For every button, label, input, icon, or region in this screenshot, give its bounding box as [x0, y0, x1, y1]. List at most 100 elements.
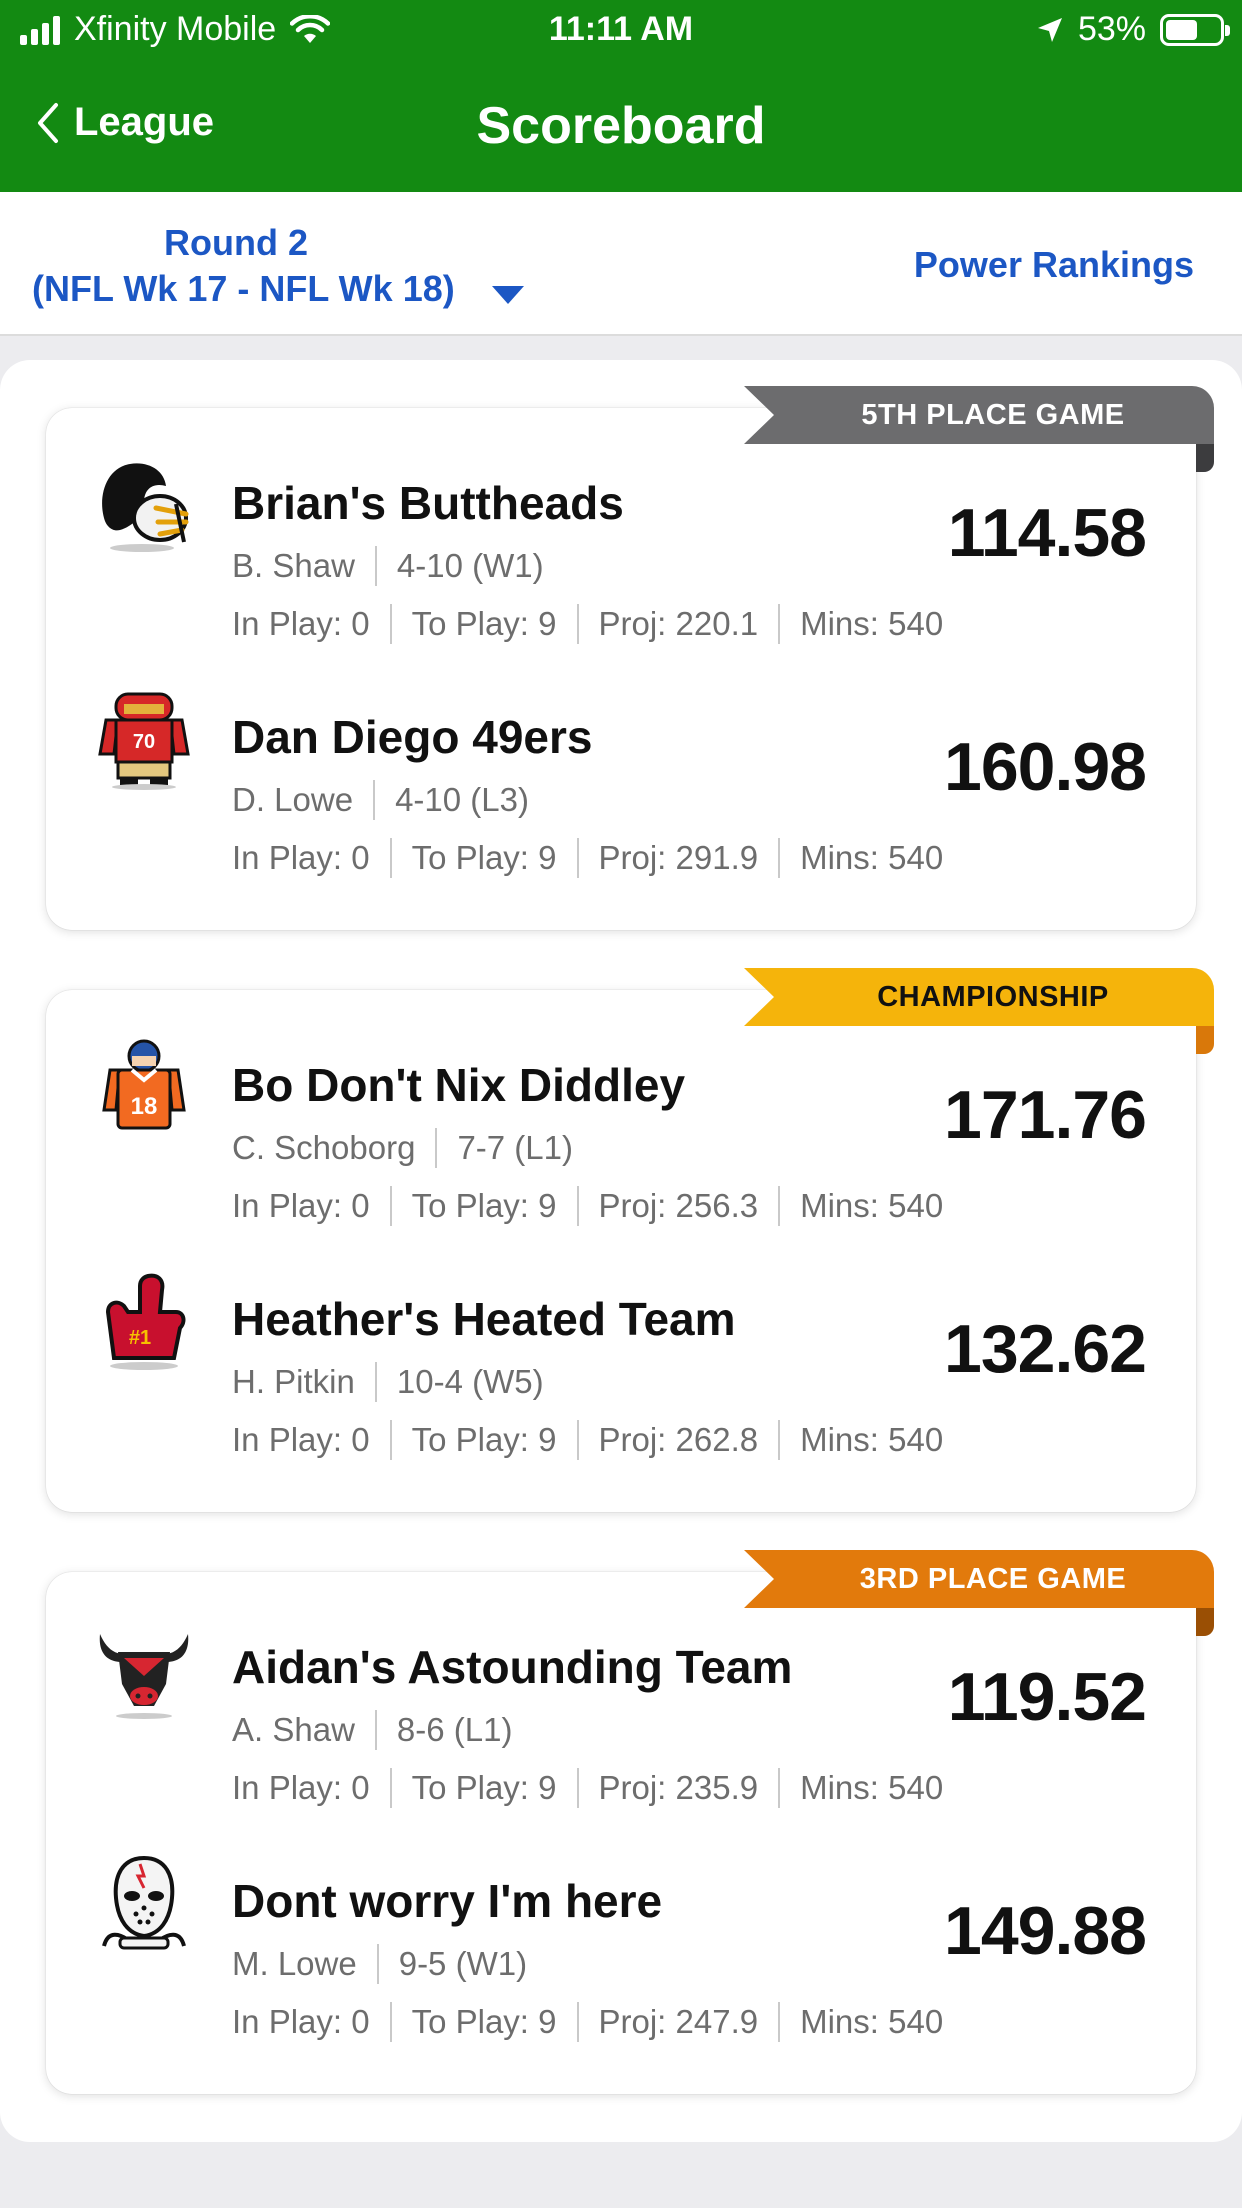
owner-name: D. Lowe [232, 781, 354, 818]
team-name: Aidan's Astounding Team [232, 1641, 793, 1693]
team-score: 119.52 [947, 1659, 1147, 1735]
divider [778, 1420, 781, 1460]
helmet-pompadour-icon [102, 463, 189, 552]
divider [374, 546, 377, 586]
owner-record: H. Pitkin 10-4 (W5) [232, 1362, 544, 1402]
jersey-18-icon: 18 [102, 1039, 186, 1130]
caret-down-icon [492, 286, 524, 304]
divider [778, 838, 781, 878]
divider [389, 1768, 392, 1808]
power-rankings-link[interactable]: Power Rankings [914, 244, 1194, 286]
team-name: Brian's Buttheads [232, 477, 624, 529]
to-play-stat: To Play: 9 [411, 1769, 557, 1806]
team-stats: In Play: 0 To Play: 9 Proj: 247.9 Mins: … [232, 2002, 943, 2042]
divider [576, 838, 579, 878]
team-record: 4-10 (L3) [395, 781, 529, 818]
minutes-stat: Mins: 540 [800, 2003, 944, 2040]
team-row[interactable]: #1 Heather's Heated Team H. Pitkin 10-4 … [46, 1224, 1196, 1460]
divider [576, 1768, 579, 1808]
divider [778, 604, 781, 644]
minutes-stat: Mins: 540 [800, 605, 944, 642]
team-stats: In Play: 0 To Play: 9 Proj: 262.8 Mins: … [232, 1420, 943, 1460]
divider [576, 1420, 579, 1460]
matchup-card[interactable]: 3RD PLACE GAME Aidan's Astounding Team A… [46, 1550, 1214, 2094]
matchup-card[interactable]: CHAMPIONSHIP 18 Bo Don't Nix Diddley C. … [46, 968, 1214, 1512]
owner-name: H. Pitkin [232, 1363, 355, 1400]
divider [389, 1420, 392, 1460]
in-play-stat: In Play: 0 [232, 839, 370, 876]
round-dropdown[interactable]: Round 2 (NFL Wk 17 - NFL Wk 18) [32, 220, 524, 312]
owner-name: A. Shaw [232, 1711, 355, 1748]
team-score: 171.76 [944, 1077, 1147, 1153]
owner-record: C. Schoborg 7-7 (L1) [232, 1128, 573, 1168]
divider [389, 838, 392, 878]
team-record: 10-4 (W5) [396, 1363, 544, 1400]
projection-stat: Proj: 220.1 [598, 605, 759, 642]
owner-name: C. Schoborg [232, 1129, 416, 1166]
svg-text:70: 70 [133, 731, 155, 753]
minutes-stat: Mins: 540 [800, 1769, 944, 1806]
svg-text:#1: #1 [129, 1327, 151, 1349]
matchup-card[interactable]: 5TH PLACE GAME Brian's Buttheads B. Shaw… [46, 386, 1214, 930]
round-label: Round 2 [164, 222, 308, 263]
team-score: 160.98 [944, 729, 1147, 805]
team-row[interactable]: Brian's Buttheads B. Shaw 4-10 (W1) In P… [46, 408, 1196, 644]
owner-record: D. Lowe 4-10 (L3) [232, 780, 529, 820]
minutes-stat: Mins: 540 [800, 1187, 944, 1224]
divider [576, 2002, 579, 2042]
projection-stat: Proj: 256.3 [598, 1187, 759, 1224]
location-arrow-icon [1037, 17, 1062, 42]
app-header: Xfinity Mobile 11:11 AM 53% League Score… [0, 0, 1242, 192]
to-play-stat: To Play: 9 [411, 2003, 557, 2040]
team-row[interactable]: 70 Dan Diego 49ers D. Lowe 4-10 (L3) In … [46, 642, 1196, 878]
divider [778, 1768, 781, 1808]
in-play-stat: In Play: 0 [232, 1769, 370, 1806]
foam-finger-icon: #1 [105, 1273, 186, 1370]
team-stats: In Play: 0 To Play: 9 Proj: 256.3 Mins: … [232, 1186, 943, 1226]
divider [374, 1710, 377, 1750]
divider [576, 1186, 579, 1226]
matchup-list: 5TH PLACE GAME Brian's Buttheads B. Shaw… [0, 360, 1242, 2142]
in-play-stat: In Play: 0 [232, 2003, 370, 2040]
team-name: Heather's Heated Team [232, 1293, 736, 1345]
team-stats: In Play: 0 To Play: 9 Proj: 291.9 Mins: … [232, 838, 943, 878]
team-row[interactable]: 18 Bo Don't Nix Diddley C. Schoborg 7-7 … [46, 990, 1196, 1226]
minutes-stat: Mins: 540 [800, 1421, 944, 1458]
owner-record: M. Lowe 9-5 (W1) [232, 1944, 527, 1984]
team-record: 4-10 (W1) [396, 547, 544, 584]
to-play-stat: To Play: 9 [411, 839, 557, 876]
team-name: Dan Diego 49ers [232, 711, 593, 763]
jersey-70-icon: 70 [98, 692, 190, 790]
divider [389, 2002, 392, 2042]
team-row[interactable]: Dont worry I'm here M. Lowe 9-5 (W1) In … [46, 1806, 1196, 2042]
team-row[interactable]: Aidan's Astounding Team A. Shaw 8-6 (L1)… [46, 1572, 1196, 1808]
team-record: 9-5 (W1) [398, 1945, 528, 1982]
team-stats: In Play: 0 To Play: 9 Proj: 220.1 Mins: … [232, 604, 943, 644]
team-record: 8-6 (L1) [396, 1711, 513, 1748]
round-weeks: (NFL Wk 17 - NFL Wk 18) [32, 268, 455, 309]
team-stats: In Play: 0 To Play: 9 Proj: 235.9 Mins: … [232, 1768, 943, 1808]
banner-fold [1196, 1026, 1214, 1054]
to-play-stat: To Play: 9 [411, 1421, 557, 1458]
in-play-stat: In Play: 0 [232, 1187, 370, 1224]
owner-record: B. Shaw 4-10 (W1) [232, 546, 544, 586]
in-play-stat: In Play: 0 [232, 605, 370, 642]
team-score: 132.62 [944, 1311, 1147, 1387]
team-name: Bo Don't Nix Diddley [232, 1059, 686, 1111]
page-title: Scoreboard [476, 97, 766, 155]
projection-stat: Proj: 262.8 [598, 1421, 759, 1458]
hockey-mask-icon [102, 1855, 186, 1950]
divider [389, 1186, 392, 1226]
bull-head-icon [99, 1634, 189, 1719]
divider [389, 604, 392, 644]
owner-name: M. Lowe [232, 1945, 357, 1982]
banner-fold [1196, 444, 1214, 472]
divider [435, 1128, 438, 1168]
divider [374, 1362, 377, 1402]
projection-stat: Proj: 235.9 [598, 1769, 759, 1806]
projection-stat: Proj: 247.9 [598, 2003, 759, 2040]
team-record: 7-7 (L1) [457, 1129, 573, 1166]
owner-name: B. Shaw [232, 547, 355, 584]
divider [778, 1186, 781, 1226]
team-score: 114.58 [947, 495, 1147, 571]
